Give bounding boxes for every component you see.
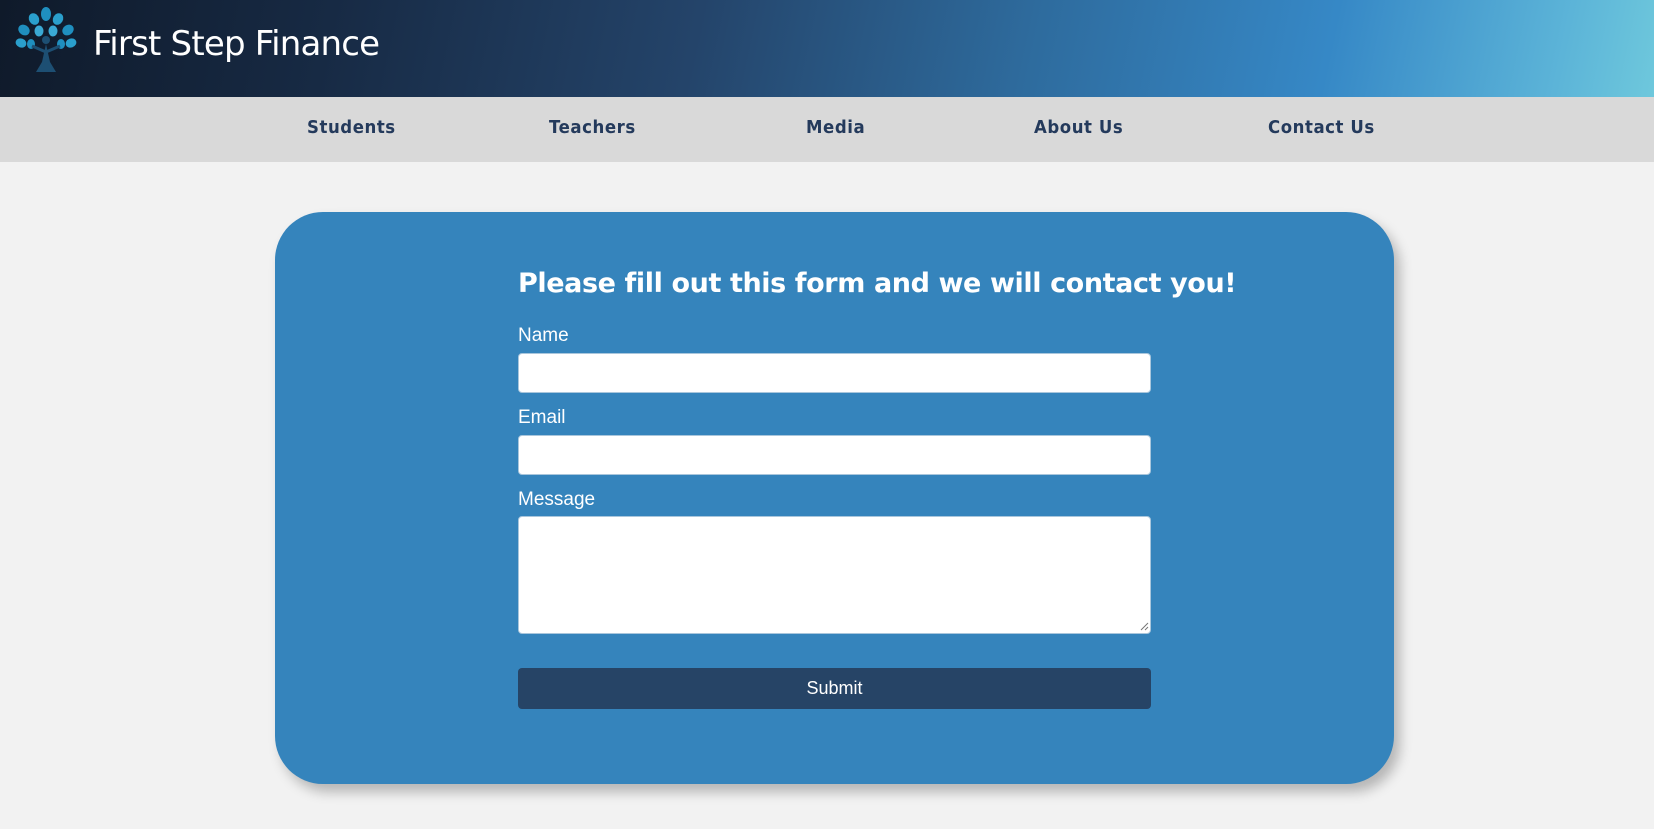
email-input[interactable] <box>518 435 1151 475</box>
name-label: Name <box>518 325 569 346</box>
submit-button[interactable]: Submit <box>518 668 1151 709</box>
nav-item-teachers[interactable]: Teachers <box>549 97 636 162</box>
nav-item-contact-us[interactable]: Contact Us <box>1268 97 1375 162</box>
nav-item-students[interactable]: Students <box>307 97 396 162</box>
tree-icon[interactable] <box>12 4 80 76</box>
message-label: Message <box>518 489 596 510</box>
message-textarea[interactable] <box>518 516 1151 634</box>
email-label: Email <box>518 407 566 428</box>
name-input[interactable] <box>518 353 1151 393</box>
resize-grip-icon[interactable] <box>1139 621 1149 631</box>
brand-name[interactable]: First Step Finance <box>93 24 380 64</box>
nav-item-about-us[interactable]: About Us <box>1034 97 1123 162</box>
nav-item-media[interactable]: Media <box>806 97 865 162</box>
form-title: Please fill out this form and we will co… <box>518 268 1237 299</box>
site-header: First Step Finance <box>0 0 1654 97</box>
main-nav: Students Teachers Media About Us Contact… <box>0 97 1654 162</box>
